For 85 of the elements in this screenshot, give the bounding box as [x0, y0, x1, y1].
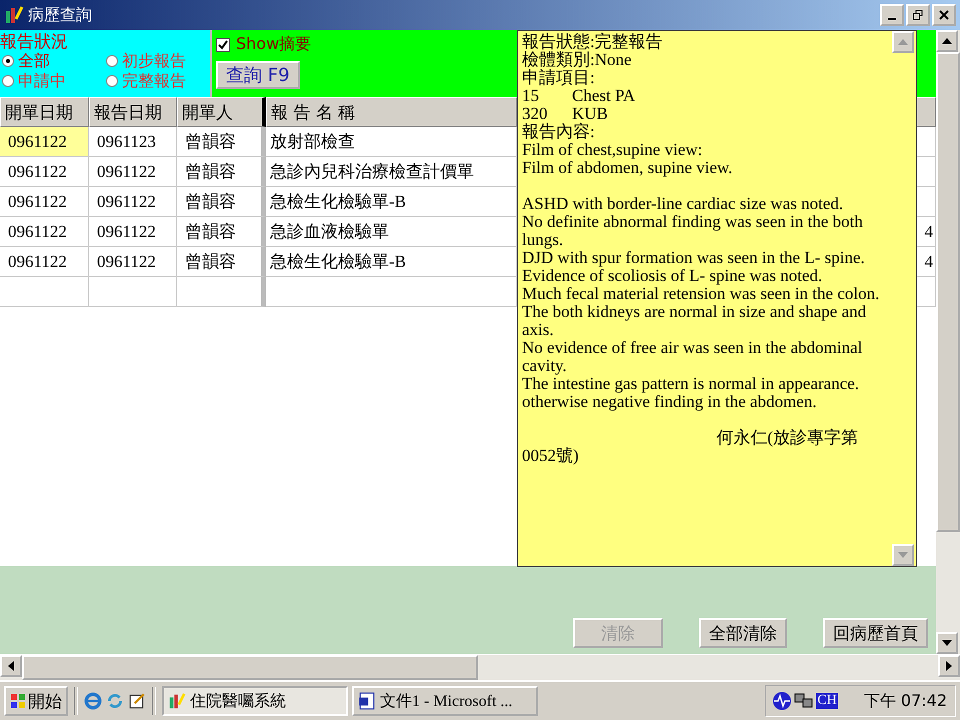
down-arrow-icon	[898, 552, 908, 558]
start-button[interactable]: 開始	[4, 686, 68, 716]
scroll-thumb[interactable]	[936, 52, 960, 532]
report-line: ASHD with border-line cardiac size was noted.	[522, 195, 844, 213]
language-indicator[interactable]: CH	[816, 693, 838, 709]
column-header[interactable]: 開單人	[177, 97, 266, 127]
table-cell: 曾韻容	[177, 127, 266, 157]
taskbar-button[interactable]: 住院醫囑系統	[162, 686, 348, 716]
column-header[interactable]: 報告日期	[89, 97, 177, 127]
item-code: 320	[522, 105, 548, 123]
table-cell: 曾韻容	[177, 247, 266, 277]
table-cell: 0961122	[89, 247, 177, 277]
table-cell: 0961122	[0, 157, 89, 187]
table-cell: 0961122	[89, 187, 177, 217]
scrollbar[interactable]	[0, 654, 960, 680]
right-arrow-icon	[946, 661, 952, 671]
left-arrow-icon	[8, 661, 14, 671]
table-cell: 急診血液檢驗單	[266, 217, 517, 247]
table-cell: 0961122	[0, 217, 89, 247]
scroll-down-button[interactable]	[936, 632, 958, 654]
report-line: DJD with spur formation was seen in the L- spine.	[522, 249, 866, 267]
action-button[interactable]: 回病歷首頁	[823, 618, 928, 648]
table-cell: 0961122	[0, 247, 89, 277]
table-cell: 放射部檢查	[266, 127, 517, 157]
column-header[interactable]: 報 告 名 稱	[266, 97, 517, 127]
report-line: Film of chest,supine view:	[522, 141, 704, 159]
scroll-right-button[interactable]	[938, 655, 960, 677]
browser-icon[interactable]	[84, 692, 102, 710]
group-label: 報告狀況	[0, 33, 68, 51]
windows-logo-icon	[10, 693, 26, 709]
signature-text: 何永仁(放診專字第	[716, 428, 858, 447]
report-line: Film of abdomen, supine view.	[522, 159, 734, 177]
scroll-left-button[interactable]	[0, 655, 22, 677]
report-line: 報告狀態:完整報告	[522, 33, 664, 51]
report-line: No evidence of free air was seen in the abdominal cavity.	[522, 339, 864, 375]
radio-option[interactable]: 全部	[0, 51, 104, 71]
column-header[interactable]: 開單日期	[0, 97, 89, 127]
query-button[interactable]: 查詢 F9	[216, 61, 300, 89]
table-cell: 曾韻容	[177, 157, 266, 187]
wave-icon	[772, 691, 792, 711]
clock: 下午 07:42	[864, 690, 947, 712]
report-line: 0052號)	[522, 447, 580, 465]
down-arrow-icon	[942, 640, 952, 646]
radio-option[interactable]: 初步報告	[104, 51, 208, 71]
report-line: The intestine gas pattern is normal in appearance.	[522, 375, 860, 393]
item-name: KUB	[572, 104, 608, 123]
app-icon	[4, 5, 24, 25]
report-line: Much fecal material retension was seen in the colon.	[522, 285, 880, 303]
action-button[interactable]: 全部清除	[699, 618, 787, 648]
item-code: 15	[522, 87, 540, 105]
table-cell: 曾韻容	[177, 217, 266, 247]
report-line: otherwise negative finding in the abdomen.	[522, 393, 817, 411]
restore-icon	[913, 10, 923, 20]
radio-option[interactable]: 申請中	[0, 71, 104, 91]
restore-button[interactable]	[906, 4, 930, 26]
window-title: 病歷查詢	[28, 4, 92, 26]
table-cell: 急檢生化檢驗單-B	[266, 187, 517, 217]
table-cell: 0961122	[89, 217, 177, 247]
taskbar-button[interactable]: 文件1 - Microsoft ...	[352, 686, 538, 716]
summary-checkbox[interactable]: Show摘要	[216, 34, 312, 55]
close-icon	[939, 10, 949, 20]
close-button[interactable]	[932, 4, 956, 26]
report-line: 檢體類別:None	[522, 51, 633, 69]
report-line: The both kidneys are normal in size and shape and axis.	[522, 303, 868, 339]
up-arrow-icon	[942, 38, 952, 44]
up-arrow-icon	[898, 39, 908, 45]
app-icon	[168, 692, 186, 710]
minimize-button[interactable]	[880, 4, 904, 26]
report-line: 申請項目:	[522, 69, 596, 87]
table-cell: 曾韻容	[177, 187, 266, 217]
minimize-icon	[888, 18, 896, 20]
table-cell: 0961122	[0, 127, 89, 157]
scroll-up-button[interactable]	[936, 30, 958, 52]
table-cell: 0961123	[89, 127, 177, 157]
table-cell: 急檢生化檢驗單-B	[266, 247, 517, 277]
item-name: Chest PA	[572, 86, 636, 105]
table-cell: 0961122	[89, 157, 177, 187]
scrollbar[interactable]	[936, 30, 960, 654]
radio-option[interactable]: 完整報告	[104, 71, 208, 91]
scroll-thumb[interactable]	[22, 655, 478, 680]
document-icon	[358, 692, 376, 710]
edit-icon[interactable]	[128, 692, 146, 710]
table-cell: 0961122	[0, 187, 89, 217]
report-line: 報告內容:	[522, 123, 596, 141]
table-cell: 急診內兒科治療檢查計價單	[266, 157, 517, 187]
